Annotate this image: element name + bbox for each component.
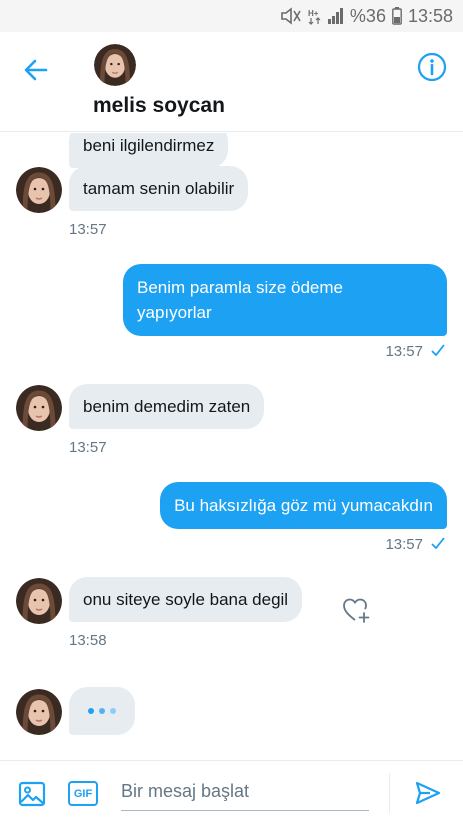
check-icon — [431, 536, 445, 553]
avatar[interactable] — [94, 44, 136, 86]
contact-name[interactable]: melis soycan — [93, 94, 225, 118]
message-list[interactable]: beni ilgilendirmez tamam senin olabilir … — [0, 133, 463, 760]
status-bar: H+ %36 13:58 — [0, 0, 463, 32]
image-icon[interactable] — [18, 780, 46, 808]
signal-hplus-icon: H+ — [308, 7, 322, 25]
check-icon — [431, 343, 445, 360]
message-bubble-incoming[interactable]: benim demedim zaten — [69, 384, 265, 429]
send-icon[interactable] — [414, 779, 442, 807]
cell-signal-icon — [327, 8, 344, 24]
battery-icon — [392, 7, 402, 25]
svg-text:H+: H+ — [308, 9, 319, 18]
message-time: 13:57 — [69, 221, 107, 238]
heart-plus-icon[interactable] — [341, 595, 371, 625]
message-meta: 13:57 — [385, 536, 445, 553]
info-icon[interactable] — [417, 52, 447, 82]
avatar[interactable] — [16, 578, 62, 624]
message-composer: GIF — [0, 760, 463, 824]
status-time: 13:58 — [407, 5, 453, 26]
divider — [389, 773, 390, 813]
message-input[interactable] — [121, 773, 369, 811]
typing-indicator — [69, 687, 135, 735]
message-time: 13:58 — [69, 632, 107, 649]
gif-icon[interactable]: GIF — [68, 781, 98, 806]
message-meta: 13:57 — [385, 343, 445, 360]
arrow-left-icon[interactable] — [22, 56, 50, 84]
typing-dot — [88, 708, 94, 714]
message-bubble-outgoing[interactable]: Benim paramla size ödeme yapıyorlar — [123, 264, 447, 336]
message-time: 13:57 — [69, 439, 107, 456]
typing-dot — [99, 708, 105, 714]
avatar[interactable] — [16, 689, 62, 735]
message-text-line: yapıyorlar — [137, 303, 212, 322]
battery-percent: %36 — [349, 5, 386, 26]
mute-icon — [280, 7, 302, 25]
conversation-header: melis soycan — [0, 32, 463, 132]
message-bubble-incoming[interactable]: beni ilgilendirmez — [69, 133, 229, 168]
message-bubble-incoming[interactable]: tamam senin olabilir — [69, 166, 249, 211]
message-bubble-incoming[interactable]: onu siteye soyle bana degil — [69, 577, 303, 622]
message-time: 13:57 — [385, 536, 423, 553]
message-time: 13:57 — [385, 343, 423, 360]
typing-dot — [110, 708, 116, 714]
message-text-line: Benim paramla size ödeme — [137, 278, 343, 297]
message-bubble-outgoing[interactable]: Bu haksızlığa göz mü yumacakdın — [160, 482, 447, 529]
avatar[interactable] — [16, 167, 62, 213]
avatar[interactable] — [16, 385, 62, 431]
